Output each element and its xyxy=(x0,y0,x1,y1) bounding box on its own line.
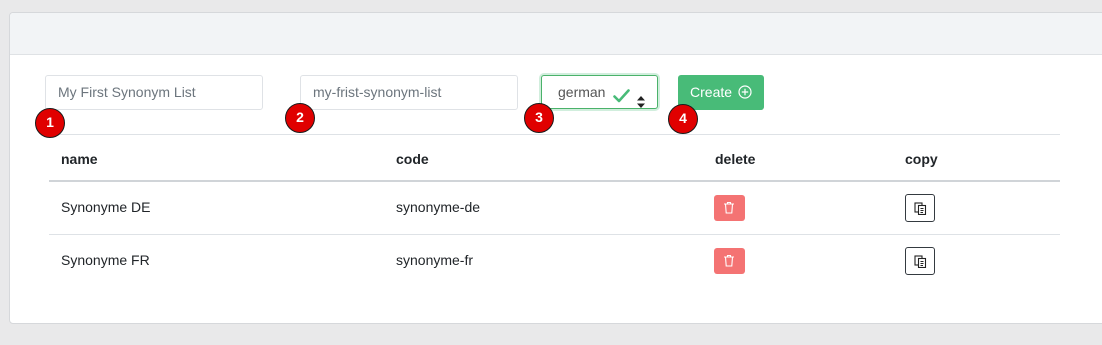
step-badge-3: 3 xyxy=(524,103,554,133)
copy-button[interactable] xyxy=(905,194,935,222)
synonym-list-card: My First Synonym List my-frist-synonym-l… xyxy=(9,12,1102,324)
table-row: Synonyme FR synonyme-fr xyxy=(49,235,1060,288)
card-header xyxy=(10,13,1102,55)
step-badge-4: 4 xyxy=(668,104,698,134)
list-name-input[interactable]: My First Synonym List xyxy=(45,75,263,110)
column-header-copy: copy xyxy=(905,151,938,167)
select-arrows-icon xyxy=(637,87,645,119)
delete-button[interactable] xyxy=(714,195,745,221)
synonym-lists-table: name code delete copy Synonyme DE synony… xyxy=(49,134,1060,288)
row-name: Synonyme DE xyxy=(61,199,151,215)
valid-check-icon xyxy=(613,83,630,115)
create-button-label: Create xyxy=(690,84,733,100)
table-header-row: name code delete copy xyxy=(49,134,1060,182)
language-select[interactable]: german xyxy=(541,75,658,109)
create-button[interactable]: Create xyxy=(678,75,764,110)
copy-icon xyxy=(914,202,927,215)
language-select-value: german xyxy=(558,84,606,100)
copy-icon xyxy=(914,255,927,268)
row-code: synonyme-fr xyxy=(396,252,474,268)
plus-circle-icon xyxy=(738,85,752,99)
step-badge-1: 1 xyxy=(35,108,65,138)
table-row: Synonyme DE synonyme-de xyxy=(49,182,1060,235)
column-header-code: code xyxy=(396,151,429,167)
row-code: synonyme-de xyxy=(396,199,481,215)
trash-icon xyxy=(724,201,734,214)
delete-button[interactable] xyxy=(714,248,745,274)
step-badge-2: 2 xyxy=(285,103,315,133)
list-code-input[interactable]: my-frist-synonym-list xyxy=(300,75,518,110)
row-name: Synonyme FR xyxy=(61,252,150,268)
copy-button[interactable] xyxy=(905,247,935,275)
column-header-delete: delete xyxy=(715,151,756,167)
trash-icon xyxy=(724,254,734,267)
column-header-name: name xyxy=(61,151,98,167)
